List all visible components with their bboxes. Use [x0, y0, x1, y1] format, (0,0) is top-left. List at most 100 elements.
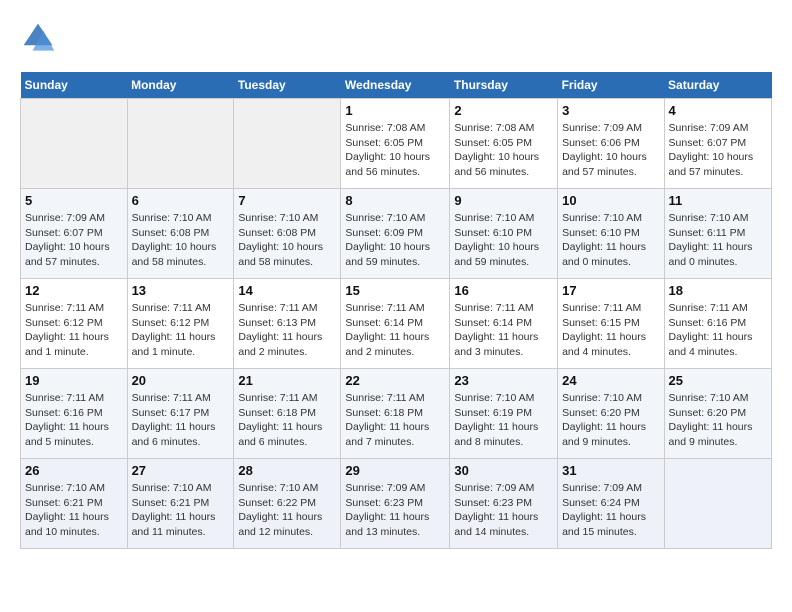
day-info: Sunrise: 7:09 AM Sunset: 6:07 PM Dayligh… [669, 121, 767, 180]
day-info: Sunrise: 7:10 AM Sunset: 6:22 PM Dayligh… [238, 481, 336, 540]
calendar-cell: 31 Sunrise: 7:09 AM Sunset: 6:24 PM Dayli… [558, 459, 664, 549]
weekday-header-sunday: Sunday [21, 72, 128, 99]
calendar-cell: 29Sunrise: 7:09 AM Sunset: 6:23 PM Dayli… [341, 459, 450, 549]
calendar-cell: 5 Sunrise: 7:09 AM Sunset: 6:07 PM Daylig… [21, 189, 128, 279]
weekday-header-wednesday: Wednesday [341, 72, 450, 99]
calendar-cell: 3 Sunrise: 7:09 AM Sunset: 6:06 PM Daylig… [558, 99, 664, 189]
day-number: 28 [238, 463, 336, 478]
day-number: 25 [669, 373, 767, 388]
day-info: Sunrise: 7:10 AM Sunset: 6:19 PM Dayligh… [454, 391, 553, 450]
day-info: Sunrise: 7:11 AM Sunset: 6:17 PM Dayligh… [132, 391, 230, 450]
week-row-1: 1 Sunrise: 7:08 AM Sunset: 6:05 PM Daylig… [21, 99, 772, 189]
day-number: 9 [454, 193, 553, 208]
weekday-header-monday: Monday [127, 72, 234, 99]
day-number: 15 [345, 283, 445, 298]
day-number: 1 [345, 103, 445, 118]
calendar-cell: 22Sunrise: 7:11 AM Sunset: 6:18 PM Dayli… [341, 369, 450, 459]
day-info: Sunrise: 7:10 AM Sunset: 6:21 PM Dayligh… [25, 481, 123, 540]
day-info: Sunrise: 7:10 AM Sunset: 6:09 PM Dayligh… [345, 211, 445, 270]
day-number: 5 [25, 193, 123, 208]
calendar-cell: 6 Sunrise: 7:10 AM Sunset: 6:08 PM Daylig… [127, 189, 234, 279]
day-info: Sunrise: 7:08 AM Sunset: 6:05 PM Dayligh… [454, 121, 553, 180]
day-info: Sunrise: 7:09 AM Sunset: 6:23 PM Dayligh… [345, 481, 445, 540]
calendar-cell: 16 Sunrise: 7:11 AM Sunset: 6:14 PM Dayli… [450, 279, 558, 369]
calendar-cell: 19 Sunrise: 7:11 AM Sunset: 6:16 PM Dayli… [21, 369, 128, 459]
day-number: 12 [25, 283, 123, 298]
calendar-cell: 27Sunrise: 7:10 AM Sunset: 6:21 PM Dayli… [127, 459, 234, 549]
day-info: Sunrise: 7:08 AM Sunset: 6:05 PM Dayligh… [345, 121, 445, 180]
weekday-header-thursday: Thursday [450, 72, 558, 99]
day-info: Sunrise: 7:09 AM Sunset: 6:24 PM Dayligh… [562, 481, 659, 540]
day-info: Sunrise: 7:09 AM Sunset: 6:23 PM Dayligh… [454, 481, 553, 540]
day-number: 20 [132, 373, 230, 388]
calendar-cell: 24Sunrise: 7:10 AM Sunset: 6:20 PM Dayli… [558, 369, 664, 459]
day-info: Sunrise: 7:10 AM Sunset: 6:08 PM Dayligh… [238, 211, 336, 270]
calendar-cell: 13Sunrise: 7:11 AM Sunset: 6:12 PM Dayli… [127, 279, 234, 369]
calendar-cell: 10 Sunrise: 7:10 AM Sunset: 6:10 PM Dayli… [558, 189, 664, 279]
calendar-cell: 21 Sunrise: 7:11 AM Sunset: 6:18 PM Dayli… [234, 369, 341, 459]
day-number: 2 [454, 103, 553, 118]
day-number: 7 [238, 193, 336, 208]
weekday-header-friday: Friday [558, 72, 664, 99]
day-number: 14 [238, 283, 336, 298]
calendar-cell: 15 Sunrise: 7:11 AM Sunset: 6:14 PM Dayli… [341, 279, 450, 369]
weekday-header-saturday: Saturday [664, 72, 771, 99]
day-info: Sunrise: 7:10 AM Sunset: 6:11 PM Dayligh… [669, 211, 767, 270]
week-row-5: 26 Sunrise: 7:10 AM Sunset: 6:21 PM Dayli… [21, 459, 772, 549]
calendar-cell: 11Sunrise: 7:10 AM Sunset: 6:11 PM Dayli… [664, 189, 771, 279]
calendar-cell [664, 459, 771, 549]
day-number: 13 [132, 283, 230, 298]
day-info: Sunrise: 7:10 AM Sunset: 6:10 PM Dayligh… [562, 211, 659, 270]
weekday-header-row: SundayMondayTuesdayWednesdayThursdayFrid… [21, 72, 772, 99]
day-info: Sunrise: 7:09 AM Sunset: 6:07 PM Dayligh… [25, 211, 123, 270]
day-info: Sunrise: 7:10 AM Sunset: 6:08 PM Dayligh… [132, 211, 230, 270]
calendar-cell: 30 Sunrise: 7:09 AM Sunset: 6:23 PM Dayli… [450, 459, 558, 549]
calendar-cell: 20 Sunrise: 7:11 AM Sunset: 6:17 PM Dayli… [127, 369, 234, 459]
week-row-2: 5 Sunrise: 7:09 AM Sunset: 6:07 PM Daylig… [21, 189, 772, 279]
calendar-cell: 7 Sunrise: 7:10 AM Sunset: 6:08 PM Daylig… [234, 189, 341, 279]
calendar-cell: 26 Sunrise: 7:10 AM Sunset: 6:21 PM Dayli… [21, 459, 128, 549]
day-number: 10 [562, 193, 659, 208]
day-number: 19 [25, 373, 123, 388]
calendar-cell: 28 Sunrise: 7:10 AM Sunset: 6:22 PM Dayli… [234, 459, 341, 549]
page-header [20, 20, 772, 56]
calendar-cell: 17Sunrise: 7:11 AM Sunset: 6:15 PM Dayli… [558, 279, 664, 369]
calendar-cell: 25 Sunrise: 7:10 AM Sunset: 6:20 PM Dayli… [664, 369, 771, 459]
day-info: Sunrise: 7:11 AM Sunset: 6:18 PM Dayligh… [345, 391, 445, 450]
day-number: 16 [454, 283, 553, 298]
day-number: 4 [669, 103, 767, 118]
day-number: 30 [454, 463, 553, 478]
day-number: 21 [238, 373, 336, 388]
day-info: Sunrise: 7:11 AM Sunset: 6:12 PM Dayligh… [25, 301, 123, 360]
calendar-cell: 14 Sunrise: 7:11 AM Sunset: 6:13 PM Dayli… [234, 279, 341, 369]
weekday-header-tuesday: Tuesday [234, 72, 341, 99]
day-info: Sunrise: 7:10 AM Sunset: 6:10 PM Dayligh… [454, 211, 553, 270]
day-number: 3 [562, 103, 659, 118]
day-info: Sunrise: 7:11 AM Sunset: 6:16 PM Dayligh… [669, 301, 767, 360]
calendar-table: SundayMondayTuesdayWednesdayThursdayFrid… [20, 72, 772, 549]
day-number: 23 [454, 373, 553, 388]
calendar-cell: 4 Sunrise: 7:09 AM Sunset: 6:07 PM Daylig… [664, 99, 771, 189]
day-info: Sunrise: 7:11 AM Sunset: 6:14 PM Dayligh… [454, 301, 553, 360]
calendar-cell: 12 Sunrise: 7:11 AM Sunset: 6:12 PM Dayli… [21, 279, 128, 369]
day-info: Sunrise: 7:09 AM Sunset: 6:06 PM Dayligh… [562, 121, 659, 180]
day-info: Sunrise: 7:10 AM Sunset: 6:20 PM Dayligh… [669, 391, 767, 450]
day-number: 17 [562, 283, 659, 298]
day-number: 8 [345, 193, 445, 208]
calendar-cell: 9 Sunrise: 7:10 AM Sunset: 6:10 PM Daylig… [450, 189, 558, 279]
day-info: Sunrise: 7:11 AM Sunset: 6:14 PM Dayligh… [345, 301, 445, 360]
day-info: Sunrise: 7:11 AM Sunset: 6:16 PM Dayligh… [25, 391, 123, 450]
day-info: Sunrise: 7:11 AM Sunset: 6:13 PM Dayligh… [238, 301, 336, 360]
calendar-cell: 23 Sunrise: 7:10 AM Sunset: 6:19 PM Dayli… [450, 369, 558, 459]
calendar-cell: 1 Sunrise: 7:08 AM Sunset: 6:05 PM Daylig… [341, 99, 450, 189]
week-row-3: 12 Sunrise: 7:11 AM Sunset: 6:12 PM Dayli… [21, 279, 772, 369]
day-info: Sunrise: 7:11 AM Sunset: 6:18 PM Dayligh… [238, 391, 336, 450]
day-number: 26 [25, 463, 123, 478]
calendar-cell [127, 99, 234, 189]
day-number: 6 [132, 193, 230, 208]
calendar-cell: 2 Sunrise: 7:08 AM Sunset: 6:05 PM Daylig… [450, 99, 558, 189]
day-number: 31 [562, 463, 659, 478]
calendar-cell: 8 Sunrise: 7:10 AM Sunset: 6:09 PM Daylig… [341, 189, 450, 279]
day-info: Sunrise: 7:10 AM Sunset: 6:20 PM Dayligh… [562, 391, 659, 450]
logo-icon [20, 20, 56, 56]
